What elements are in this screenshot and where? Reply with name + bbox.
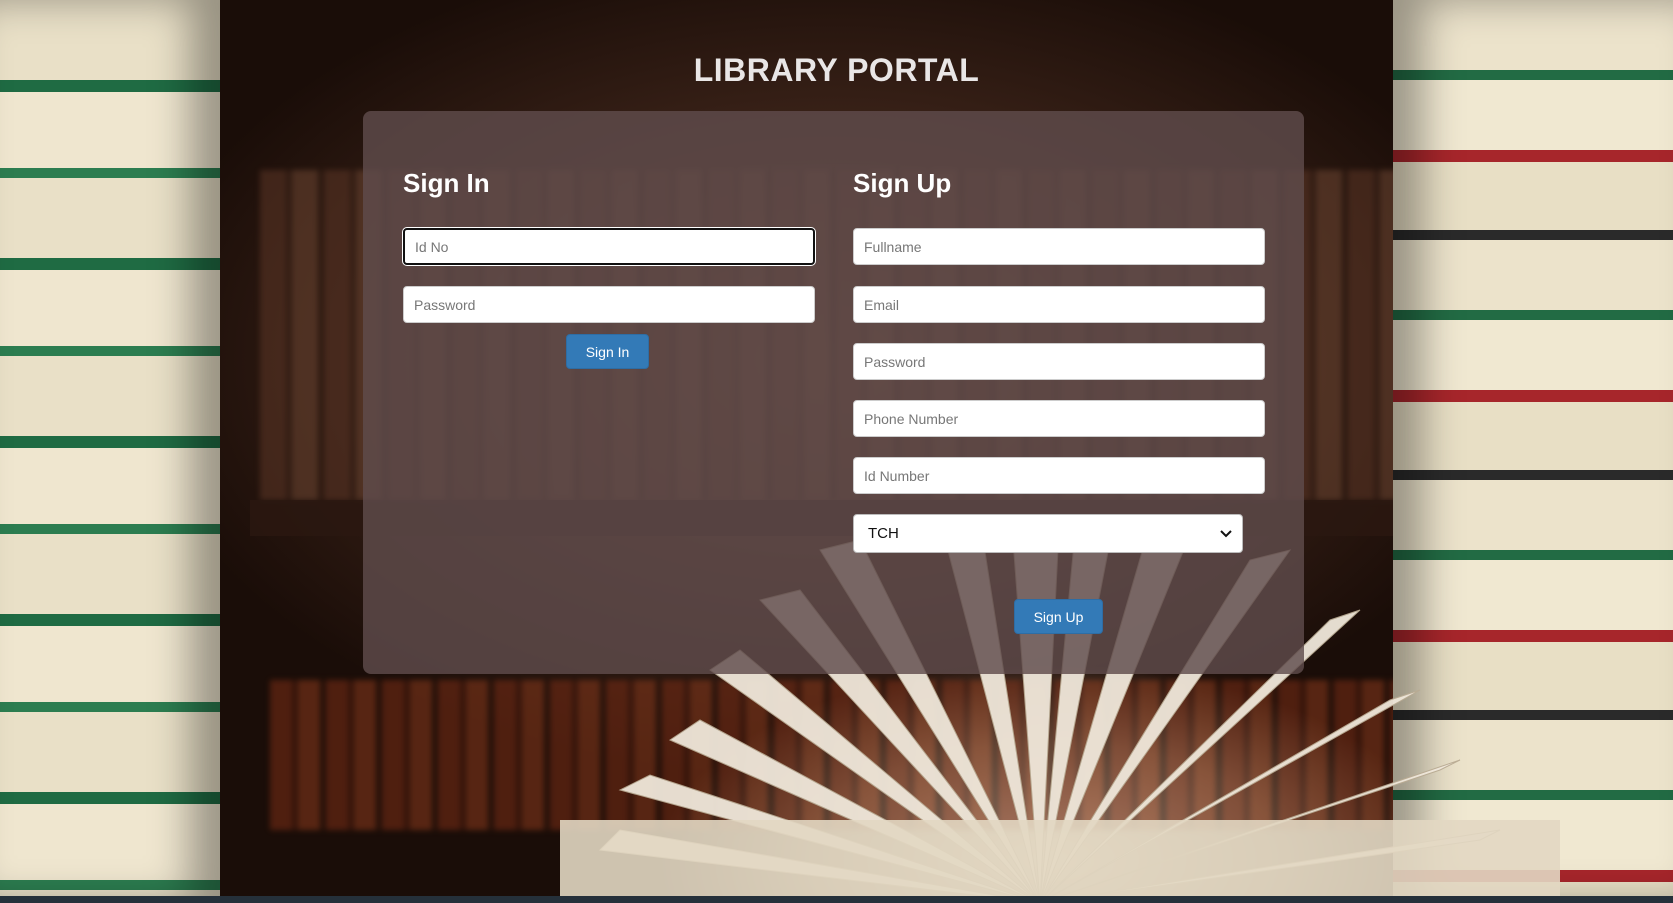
signup-role-select[interactable]: TCH [853, 514, 1243, 553]
signup-title: Sign Up [853, 168, 952, 198]
page-title: LIBRARY PORTAL [693, 52, 980, 88]
signup-phone-input[interactable] [853, 400, 1265, 437]
signup-idnumber-input[interactable] [853, 457, 1265, 494]
bottom-edge-bar [0, 896, 1673, 903]
signup-role-selected-value: TCH [868, 525, 899, 542]
signup-button[interactable]: Sign Up [1014, 599, 1103, 634]
signup-password-input[interactable] [853, 343, 1265, 380]
chevron-down-icon [1220, 529, 1232, 537]
signin-password-input[interactable] [403, 286, 815, 323]
signin-title: Sign In [403, 168, 490, 198]
signup-fullname-input[interactable] [853, 228, 1265, 265]
auth-panel: Sign In Sign In Sign Up TCH Sign Up [363, 111, 1304, 674]
signin-button[interactable]: Sign In [566, 334, 649, 369]
signin-id-input[interactable] [403, 228, 815, 265]
signup-email-input[interactable] [853, 286, 1265, 323]
background-book-stack-left [0, 0, 220, 903]
